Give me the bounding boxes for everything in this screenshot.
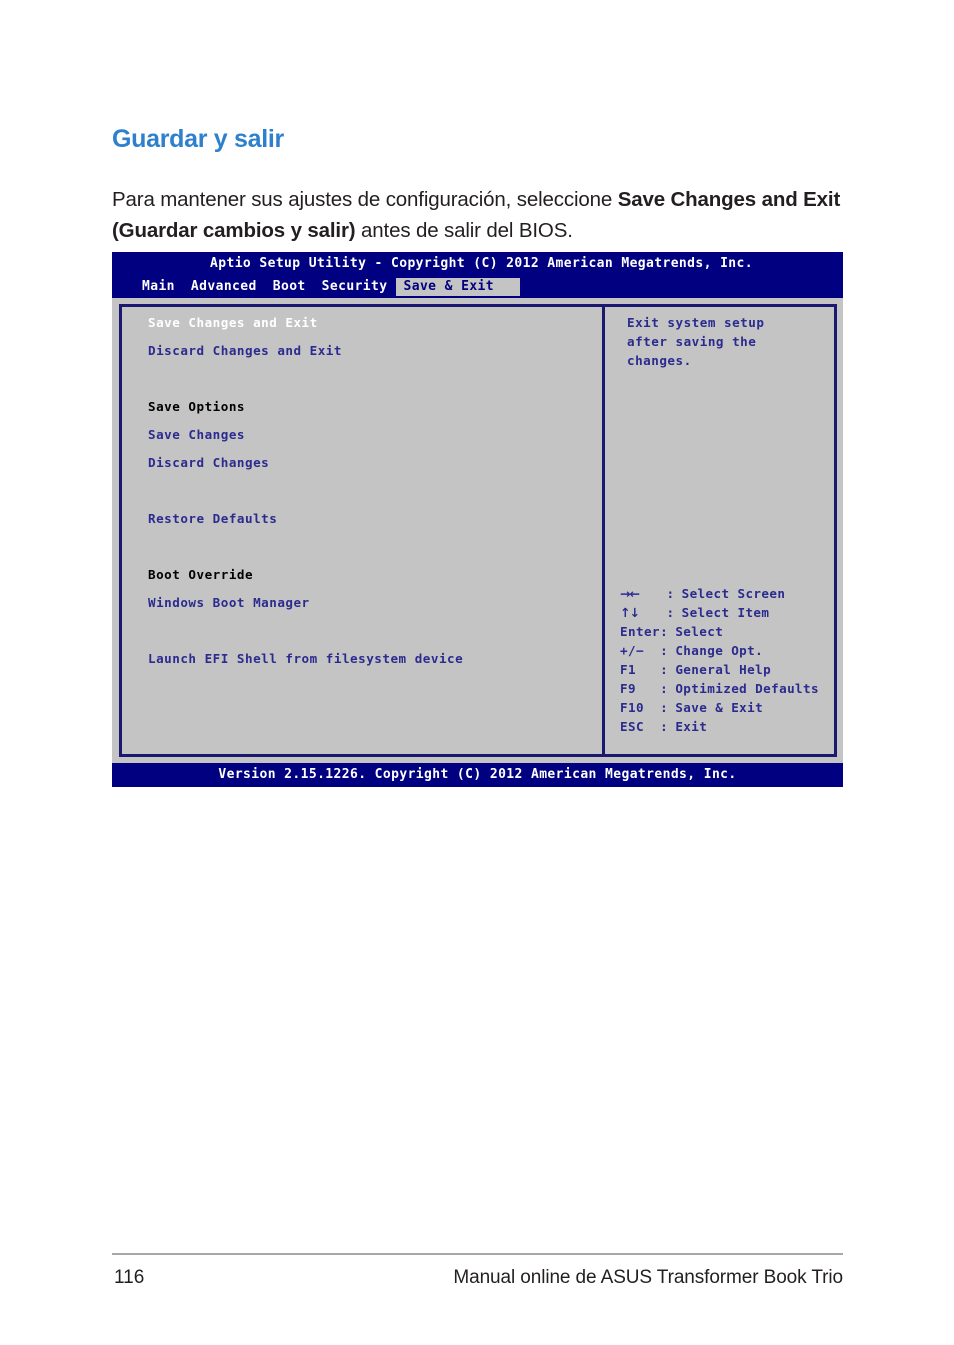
page-title: Guardar y salir <box>112 124 284 153</box>
menu-spacer <box>148 373 602 401</box>
bios-key-legend: →←: Select Screen ↑↓: Select Item Enter: S… <box>620 587 819 740</box>
menu-item-launch-efi-shell-from-filesystem-device[interactable]: Launch EFI Shell from filesystem device <box>148 652 602 681</box>
bios-help-panel: Exit system setup after saving the changes… <box>605 307 834 754</box>
menu-item-save-changes[interactable]: Save Changes <box>148 428 602 457</box>
menu-spacer <box>148 541 602 569</box>
intro-text-part1: Para mantener sus ajustes de configuraci… <box>112 187 618 211</box>
key-description: Exit <box>675 719 708 734</box>
bios-utility-title: Aptio Setup Utility - Copyright (C) 2012… <box>210 256 753 271</box>
intro-text-part2: antes de salir del BIOS. <box>355 218 573 242</box>
bios-tab-security[interactable]: Security <box>314 278 396 296</box>
bios-panels: Save Changes and Exit Discard Changes and… <box>119 304 837 757</box>
bios-menu-panel[interactable]: Save Changes and Exit Discard Changes and… <box>122 307 602 754</box>
bios-tab-save-exit[interactable]: Save & Exit <box>395 278 520 296</box>
menu-spacer <box>148 485 602 513</box>
bios-tab-bar[interactable]: Main Advanced Boot Security Save & Exit <box>134 278 520 296</box>
menu-item-save-changes-and-exit[interactable]: Save Changes and Exit <box>148 316 602 345</box>
help-line: changes. <box>627 353 692 368</box>
menu-spacer <box>148 625 602 653</box>
key-separator: : <box>660 719 677 734</box>
menu-item-windows-boot-manager[interactable]: Windows Boot Manager <box>148 596 602 625</box>
key-label: ESC <box>620 719 644 734</box>
bios-tab-main[interactable]: Main <box>134 278 183 296</box>
footer-doc-title: Manual online de ASUS Transformer Book T… <box>453 1267 843 1288</box>
bios-tab-advanced[interactable]: Advanced <box>183 278 265 296</box>
bios-content-area: Save Changes and Exit Discard Changes and… <box>112 298 843 763</box>
bios-screenshot: Aptio Setup Utility - Copyright (C) 2012… <box>112 252 843 787</box>
menu-item-discard-changes[interactable]: Discard Changes <box>148 456 602 485</box>
bios-tab-boot[interactable]: Boot <box>265 278 314 296</box>
menu-item-restore-defaults[interactable]: Restore Defaults <box>148 512 602 541</box>
menu-item-discard-changes-and-exit[interactable]: Discard Changes and Exit <box>148 344 602 373</box>
bios-version-footer: Version 2.15.1226. Copyright (C) 2012 Am… <box>112 763 843 787</box>
menu-section-boot-override: Boot Override <box>148 567 254 582</box>
key-legend-row: F10: Save & Exit <box>620 701 819 721</box>
page-number: 116 <box>114 1267 145 1288</box>
bios-help-text: Exit system setup after saving the changes… <box>627 316 834 374</box>
intro-paragraph: Para mantener sus ajustes de configuraci… <box>112 184 852 246</box>
bios-header-bar: Aptio Setup Utility - Copyright (C) 2012… <box>112 252 843 298</box>
footer-divider <box>112 1253 843 1255</box>
menu-section-save-options: Save Options <box>148 399 245 414</box>
key-legend-row: ESC: Exit <box>620 719 819 740</box>
